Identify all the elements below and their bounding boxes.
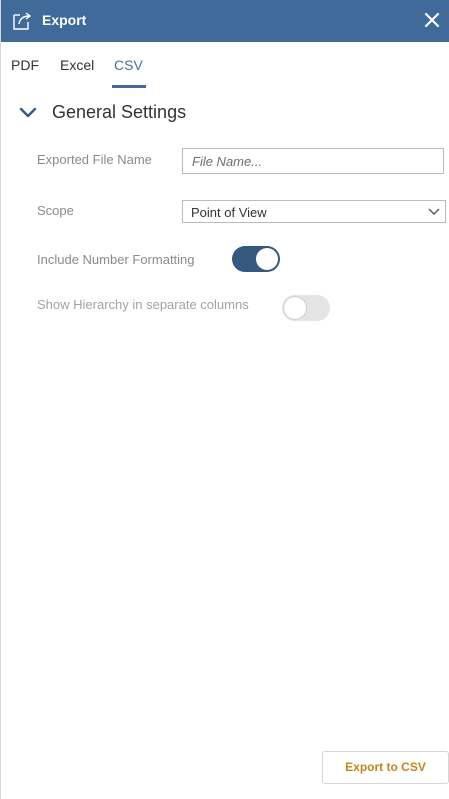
- dialog-titlebar: Export: [1, 0, 449, 42]
- export-to-csv-button[interactable]: Export to CSV: [322, 751, 449, 784]
- dialog-title: Export: [42, 12, 87, 28]
- chevron-down-icon: [428, 208, 440, 215]
- number-formatting-label: Include Number Formatting: [37, 252, 195, 267]
- tab-excel[interactable]: Excel: [60, 57, 94, 73]
- scope-value: Point of View: [191, 205, 267, 220]
- chevron-down-icon: [19, 107, 37, 118]
- section-title: General Settings: [52, 102, 187, 122]
- export-dialog: Export PDF Excel CSV General Settings Ex…: [0, 0, 449, 799]
- tab-csv[interactable]: CSV: [114, 57, 143, 73]
- tab-pdf[interactable]: PDF: [11, 57, 39, 73]
- show-hierarchy-label: Show Hierarchy in separate columns: [37, 297, 249, 312]
- scope-label: Scope: [37, 203, 74, 218]
- export-icon: [13, 12, 32, 30]
- toggle-knob: [256, 248, 278, 270]
- format-tabs: PDF Excel CSV: [1, 42, 449, 88]
- scope-select[interactable]: Point of View: [182, 200, 446, 223]
- number-formatting-toggle[interactable]: [232, 246, 280, 272]
- show-hierarchy-toggle[interactable]: [282, 295, 330, 321]
- close-icon[interactable]: [423, 11, 441, 29]
- file-name-label: Exported File Name: [37, 152, 152, 167]
- file-name-input[interactable]: [182, 148, 444, 174]
- toggle-knob: [284, 297, 306, 319]
- settings-panel: General Settings Exported File Name Scop…: [1, 88, 449, 799]
